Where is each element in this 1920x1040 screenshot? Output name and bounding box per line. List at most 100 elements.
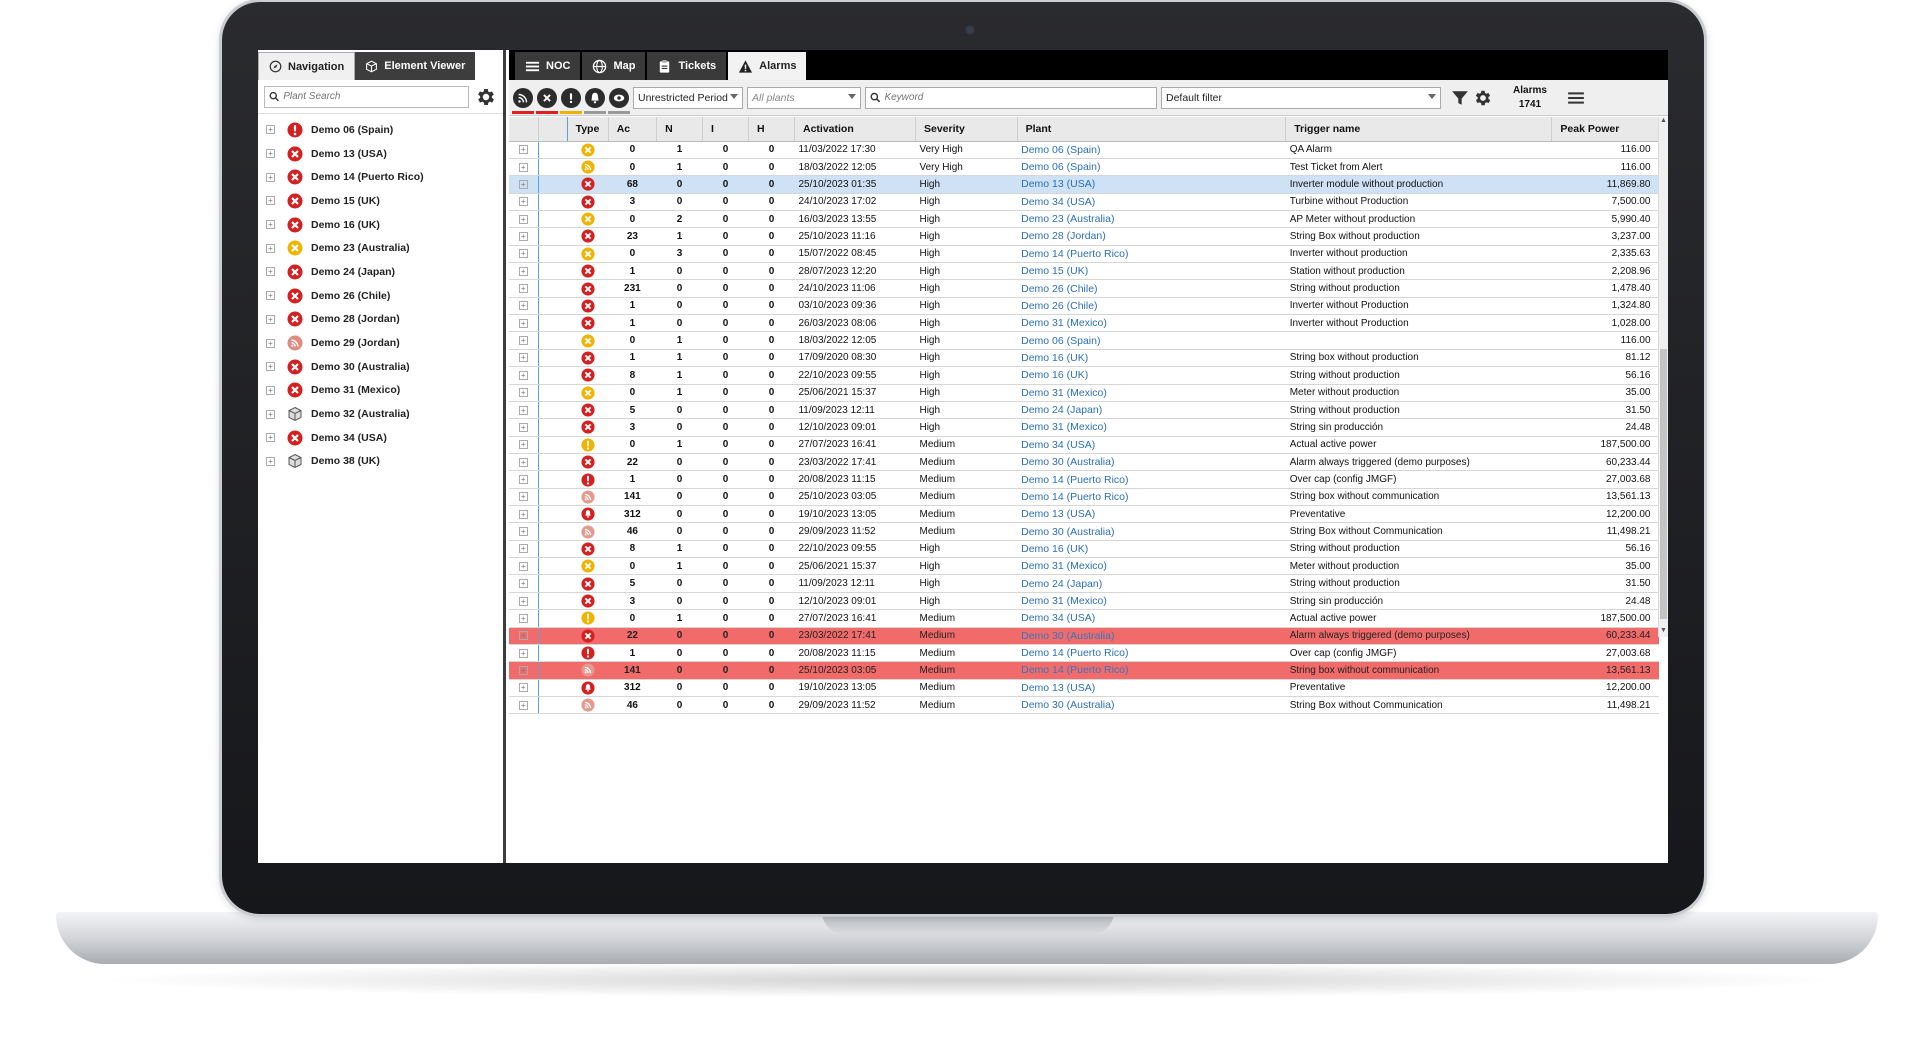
plant-link[interactable]: Demo 23 (Australia) [1017, 210, 1286, 229]
row-expand-cell[interactable]: + [509, 227, 539, 246]
plant-link[interactable]: Demo 16 (UK) [1017, 349, 1286, 368]
plant-link[interactable]: Demo 34 (USA) [1017, 609, 1286, 628]
expand-icon[interactable]: + [518, 475, 528, 484]
table-row[interactable]: + 0 2 0 0 16/03/2023 13:55 High Demo 23 … [509, 210, 1659, 229]
table-row[interactable]: + 46 0 0 0 29/09/2023 11:52 Medium Demo … [509, 522, 1659, 541]
row-expand-cell[interactable]: + [509, 522, 539, 541]
expand-icon[interactable]: + [518, 284, 528, 294]
plant-tree-item[interactable]: + Demo 13 (USA) [258, 142, 503, 166]
expand-icon[interactable]: + [518, 249, 528, 259]
table-row[interactable]: + 3 0 0 0 12/10/2023 09:01 High Demo 31 … [509, 418, 1659, 437]
plant-link[interactable]: Demo 13 (USA) [1017, 175, 1286, 194]
expand-icon[interactable]: + [266, 220, 275, 230]
expand-icon[interactable]: + [518, 370, 528, 380]
row-expand-cell[interactable]: + [509, 158, 539, 177]
plant-link[interactable]: Demo 14 (Puerto Rico) [1017, 245, 1286, 264]
expand-icon[interactable]: + [266, 149, 275, 159]
expand-icon[interactable]: + [518, 631, 528, 641]
row-expand-cell[interactable]: + [509, 366, 539, 385]
table-row[interactable]: + 5 0 0 0 11/09/2023 12:11 High Demo 24 … [509, 401, 1659, 420]
plants-select[interactable]: All plants [747, 86, 861, 109]
expand-icon[interactable]: + [518, 197, 528, 207]
column-header[interactable]: Activation [794, 117, 916, 142]
column-header[interactable]: H [748, 117, 795, 142]
table-row[interactable]: + 1 0 0 0 28/07/2023 12:20 High Demo 15 … [509, 262, 1659, 281]
column-header[interactable]: N [656, 117, 704, 142]
expand-icon[interactable]: + [518, 231, 528, 241]
plant-tree-item[interactable]: + Demo 32 (Australia) [258, 402, 503, 426]
expand-icon[interactable]: + [518, 353, 528, 363]
row-expand-cell[interactable]: + [509, 349, 539, 368]
table-row[interactable]: + 312 0 0 0 19/10/2023 13:05 Medium Demo… [509, 679, 1659, 698]
table-row[interactable]: + 141 0 0 0 25/10/2023 03:05 Medium Demo… [509, 488, 1659, 507]
plant-link[interactable]: Demo 14 (Puerto Rico) [1017, 470, 1286, 489]
expand-icon[interactable]: + [518, 648, 528, 658]
plant-tree-item[interactable]: + Demo 30 (Australia) [258, 355, 503, 379]
expand-icon[interactable]: + [518, 266, 528, 276]
column-header[interactable]: Type [567, 117, 609, 142]
row-expand-cell[interactable]: + [509, 401, 539, 420]
expand-icon[interactable]: + [518, 145, 528, 155]
expand-icon[interactable]: + [518, 422, 528, 432]
plant-link[interactable]: Demo 14 (Puerto Rico) [1017, 644, 1286, 663]
scroll-down-icon[interactable]: ▼ [1659, 627, 1668, 637]
expand-icon[interactable]: + [518, 301, 528, 311]
expand-icon[interactable]: + [518, 544, 528, 554]
row-expand-cell[interactable]: + [509, 193, 539, 211]
table-row[interactable]: + 0 3 0 0 15/07/2022 08:45 High Demo 14 … [509, 245, 1659, 264]
expand-icon[interactable]: + [518, 214, 528, 224]
row-expand-cell[interactable]: + [509, 644, 539, 663]
plant-tree-item[interactable]: + Demo 34 (USA) [258, 426, 503, 450]
table-row[interactable]: + 3 0 0 0 24/10/2023 17:02 High Demo 34 … [509, 193, 1659, 211]
expand-icon[interactable]: + [266, 456, 275, 466]
plant-link[interactable]: Demo 28 (Jordan) [1017, 227, 1286, 246]
expand-icon[interactable]: + [266, 267, 275, 277]
plant-link[interactable]: Demo 14 (Puerto Rico) [1017, 661, 1286, 680]
plant-link[interactable]: Demo 15 (UK) [1017, 262, 1286, 281]
row-expand-cell[interactable]: + [509, 314, 539, 333]
tab-map[interactable]: Map [582, 52, 646, 80]
column-header[interactable]: Ac [608, 117, 658, 142]
row-expand-cell[interactable]: + [509, 279, 539, 298]
plant-link[interactable]: Demo 31 (Mexico) [1017, 384, 1286, 402]
table-row[interactable]: + 68 0 0 0 25/10/2023 01:35 High Demo 13… [509, 175, 1659, 194]
expand-icon[interactable]: + [518, 579, 528, 589]
tab-tickets[interactable]: Tickets [647, 52, 727, 80]
expand-icon[interactable]: + [266, 409, 275, 419]
row-expand-cell[interactable]: + [509, 488, 539, 507]
table-row[interactable]: + 3 0 0 0 12/10/2023 09:01 High Demo 31 … [509, 592, 1659, 611]
plant-tree-item[interactable]: + Demo 23 (Australia) [258, 236, 503, 260]
row-expand-cell[interactable]: + [509, 470, 539, 489]
plant-search-input[interactable] [283, 91, 464, 102]
expand-icon[interactable]: + [266, 314, 275, 324]
plant-link[interactable]: Demo 26 (Chile) [1017, 297, 1286, 316]
expand-icon[interactable]: + [266, 338, 275, 348]
filter-communication-button[interactable] [512, 87, 534, 114]
row-expand-cell[interactable]: + [509, 384, 539, 402]
table-row[interactable]: + 8 1 0 0 22/10/2023 09:55 High Demo 16 … [509, 366, 1659, 385]
expand-icon[interactable]: + [266, 125, 275, 135]
expand-icon[interactable]: + [518, 179, 528, 189]
table-row[interactable]: + 5 0 0 0 11/09/2023 12:11 High Demo 24 … [509, 574, 1659, 593]
expand-icon[interactable]: + [518, 440, 528, 450]
plant-link[interactable]: Demo 13 (USA) [1017, 505, 1286, 524]
plant-link[interactable]: Demo 34 (USA) [1017, 193, 1286, 211]
plant-tree-item[interactable]: + Demo 38 (UK) [258, 450, 503, 474]
period-select[interactable]: Unrestricted Period [633, 86, 743, 109]
table-row[interactable]: + 0 1 0 0 25/06/2021 15:37 High Demo 31 … [509, 557, 1659, 576]
table-row[interactable]: + 1 0 0 0 26/03/2023 08:06 High Demo 31 … [509, 314, 1659, 333]
table-row[interactable]: + 22 0 0 0 23/03/2022 17:41 Medium Demo … [509, 627, 1659, 645]
table-row[interactable]: + 8 1 0 0 22/10/2023 09:55 High Demo 16 … [509, 540, 1659, 559]
plant-tree-item[interactable]: + Demo 06 (Spain) [258, 118, 503, 142]
table-row[interactable]: + 22 0 0 0 23/03/2022 17:41 Medium Demo … [509, 453, 1659, 472]
row-expand-cell[interactable]: + [509, 210, 539, 229]
plant-link[interactable]: Demo 06 (Spain) [1017, 158, 1286, 177]
table-row[interactable]: + 0 1 0 0 18/03/2022 12:05 Very High Dem… [509, 158, 1659, 177]
scroll-up-icon[interactable]: ▲ [1659, 117, 1668, 127]
expand-icon[interactable]: + [518, 162, 528, 172]
table-row[interactable]: + 1 0 0 0 03/10/2023 09:36 High Demo 26 … [509, 297, 1659, 316]
column-header[interactable]: Severity [915, 117, 1018, 142]
row-expand-cell[interactable]: + [509, 141, 539, 159]
filter-error-button[interactable] [536, 87, 558, 114]
row-expand-cell[interactable]: + [509, 262, 539, 281]
